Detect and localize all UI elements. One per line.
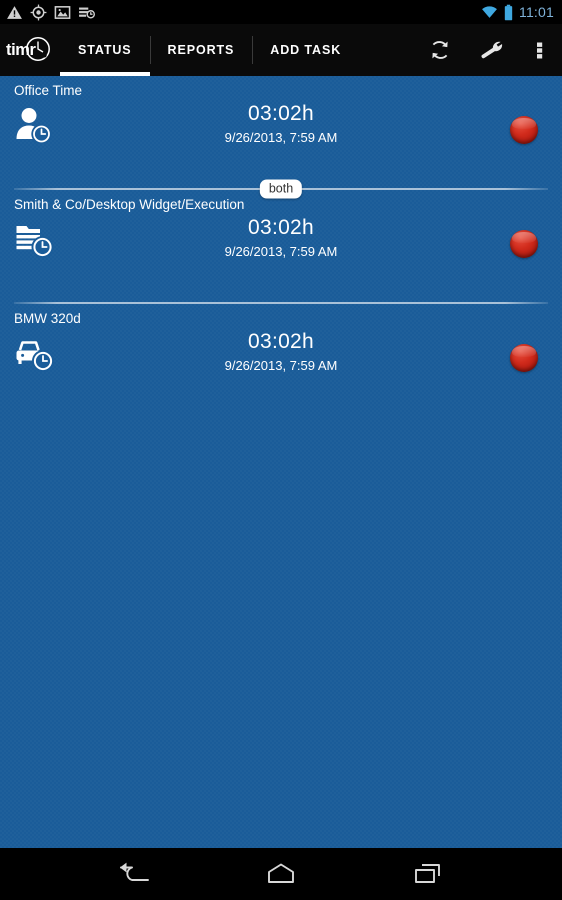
list-item-title: Office Time [14, 83, 83, 98]
battery-icon [504, 4, 513, 20]
recent-apps-icon [415, 864, 440, 883]
stop-recording-button[interactable] [510, 344, 538, 372]
list-item-title: Smith & Co/Desktop Widget/Execution [14, 197, 245, 212]
tab-add-task[interactable]: ADD TASK [252, 24, 359, 76]
list-item-values: 03:02h 9/26/2013, 7:59 AM [0, 101, 562, 148]
settings-button[interactable] [466, 24, 518, 76]
back-icon [120, 862, 149, 881]
svg-text:timr: timr [6, 41, 37, 59]
car-clock-icon [14, 334, 60, 374]
list-item-values: 03:02h 9/26/2013, 7:59 AM [0, 215, 562, 262]
wifi-icon [482, 5, 497, 18]
system-navigation-bar [0, 848, 562, 900]
tab-status-label: STATUS [78, 43, 132, 57]
home-button[interactable] [250, 848, 312, 900]
status-bar-clock: 11:01 [519, 4, 554, 20]
list-item[interactable]: Smith & Co/Desktop Widget/Execution 03:0… [0, 190, 562, 302]
stop-recording-button[interactable] [510, 116, 538, 144]
app-logo[interactable]: timr [0, 24, 60, 76]
list-item-values: 03:02h 9/26/2013, 7:59 AM [0, 329, 562, 376]
home-icon [268, 863, 294, 883]
list-item-timestamp: 9/26/2013, 7:59 AM [224, 244, 338, 259]
recent-apps-button[interactable] [397, 848, 459, 900]
back-button[interactable] [103, 848, 165, 900]
refresh-button[interactable] [414, 24, 466, 76]
photo-icon [54, 5, 71, 19]
status-bar-notification-icons [6, 4, 95, 21]
timr-logo-icon: timr [6, 37, 50, 61]
action-bar-buttons [414, 24, 562, 76]
warning-triangle-icon [7, 5, 22, 19]
person-clock-icon [14, 106, 60, 146]
list-item-timestamp: 9/26/2013, 7:59 AM [224, 358, 338, 373]
list-item[interactable]: BMW 320d 03:02h 9/26/2013, 7:59 AM [0, 304, 562, 416]
list-item-duration: 03:02h [247, 102, 315, 125]
overflow-menu-button[interactable] [518, 24, 562, 76]
app-action-bar: timr STATUS REPORTS ADD TASK [0, 24, 562, 76]
task-clock-icon [14, 220, 60, 260]
screenshot-icon [79, 7, 95, 19]
refresh-icon [432, 41, 448, 59]
list-item-duration: 03:02h [247, 330, 315, 353]
tab-add-task-label: ADD TASK [270, 43, 342, 57]
wrench-icon [481, 41, 503, 59]
tab-reports-label: REPORTS [167, 43, 235, 57]
list-item[interactable]: Office Time 03:02h 9/26/2013, 7:59 AM [0, 76, 562, 188]
tab-bar: STATUS REPORTS ADD TASK [60, 24, 359, 76]
tab-status[interactable]: STATUS [60, 24, 150, 76]
list-item-title: BMW 320d [14, 311, 81, 326]
system-status-bar: 11:01 [0, 0, 562, 24]
list-item-duration: 03:02h [247, 216, 315, 239]
app-window: 11:01 timr STATUS REPORTS ADD TASK Offic… [0, 0, 562, 900]
location-crosshair-icon [30, 4, 47, 20]
stop-recording-button[interactable] [510, 230, 538, 258]
status-bar-system-icons: 11:01 [481, 0, 554, 24]
list-item-timestamp: 9/26/2013, 7:59 AM [224, 130, 338, 145]
tab-reports[interactable]: REPORTS [149, 24, 253, 76]
status-list: Office Time 03:02h 9/26/2013, 7:59 AM bo… [0, 76, 562, 848]
overflow-menu-icon [537, 42, 543, 59]
